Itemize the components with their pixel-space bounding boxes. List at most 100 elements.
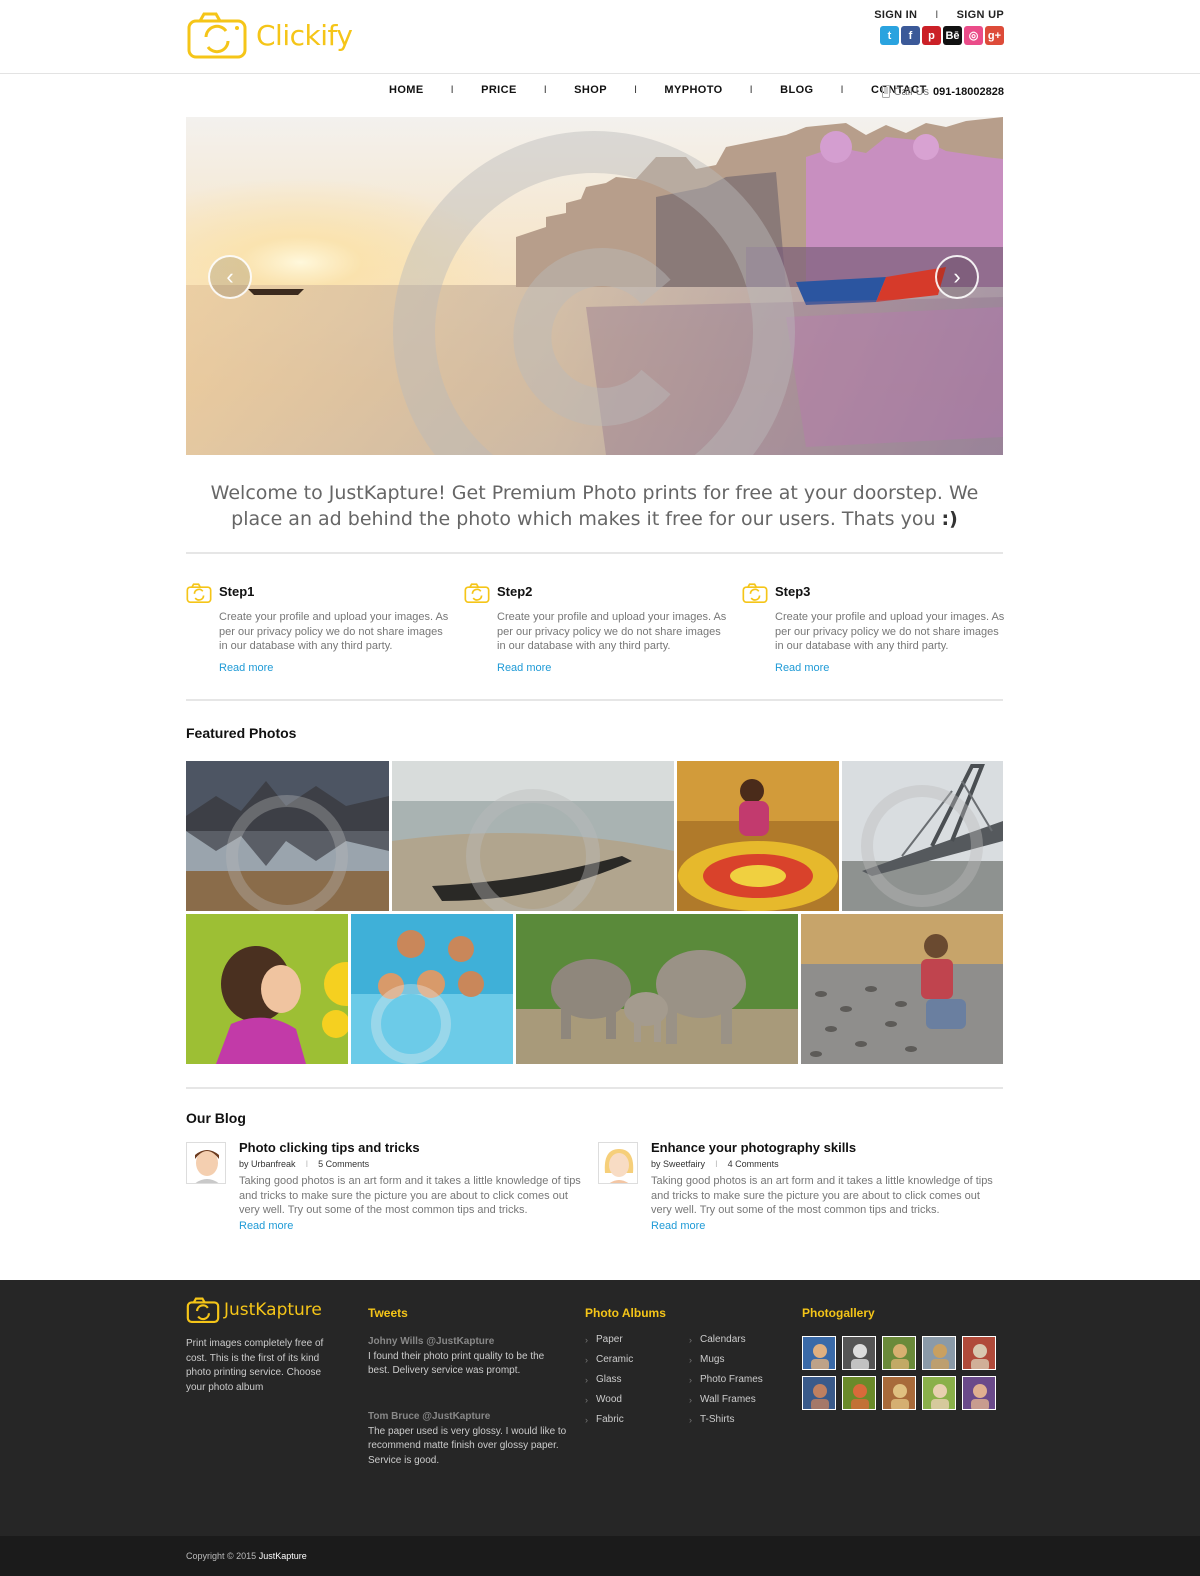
album-link-glass[interactable]: › Glass: [585, 1374, 622, 1385]
album-link-paper[interactable]: › Paper: [585, 1334, 623, 1345]
gallery-thumbnail[interactable]: [842, 1336, 876, 1370]
nav-item-shop[interactable]: SHOP: [574, 84, 607, 96]
featured-photos-title: Featured Photos: [186, 725, 297, 741]
featured-photo-rangoli[interactable]: [677, 761, 839, 911]
site-header: Clickify SIGN IN I SIGN UP t f p Bē ◎ g+: [0, 0, 1200, 74]
album-link-fabric[interactable]: › Fabric: [585, 1414, 624, 1425]
gallery-thumbnail[interactable]: [962, 1336, 996, 1370]
featured-photo-kids-pool[interactable]: [351, 914, 513, 1064]
gallery-thumbnail[interactable]: [922, 1336, 956, 1370]
chevron-right-icon: ›: [689, 1374, 692, 1385]
gallery-thumbnail[interactable]: [802, 1336, 836, 1370]
nav-item-myphoto[interactable]: MYPHOTO: [664, 84, 722, 96]
copyright-bar: [0, 1536, 1200, 1576]
album-link-calendars[interactable]: › Calendars: [689, 1334, 746, 1345]
photo-albums-title: Photo Albums: [585, 1306, 666, 1320]
chevron-left-icon: ‹: [226, 264, 234, 289]
album-label: Wood: [596, 1394, 622, 1405]
brand-name: Clickify: [256, 18, 353, 52]
album-link-ceramic[interactable]: › Ceramic: [585, 1354, 633, 1365]
avatar: [598, 1142, 638, 1184]
featured-photo-girl-flowers[interactable]: [186, 914, 348, 1064]
author-name[interactable]: Sweetfairy: [663, 1159, 705, 1169]
featured-photo-elephants[interactable]: [516, 914, 798, 1064]
step-title: Step3: [775, 584, 811, 599]
featured-photo-bridge[interactable]: [842, 761, 1003, 911]
album-label: Mugs: [700, 1354, 725, 1365]
album-link-wall-frames[interactable]: › Wall Frames: [689, 1394, 756, 1405]
album-label: Fabric: [596, 1414, 624, 1425]
featured-photo-pigeons[interactable]: [801, 914, 1003, 1064]
dribbble-icon[interactable]: ◎: [964, 26, 983, 45]
gallery-thumbnail[interactable]: [882, 1336, 916, 1370]
tweet-author[interactable]: Tom Bruce @JustKapture: [368, 1410, 568, 1425]
auth-links: SIGN IN I SIGN UP: [874, 9, 1004, 21]
blog-post-meta: by Sweetfairy I 4 Comments: [651, 1159, 779, 1169]
blog-post-comments[interactable]: 4 Comments: [728, 1159, 779, 1169]
copyright-text: Copyright © 2015: [186, 1551, 257, 1561]
tweet-text: I found their photo print quality to be …: [368, 1350, 545, 1377]
behance-icon[interactable]: Bē: [943, 26, 962, 45]
nav-item-home[interactable]: HOME: [389, 84, 424, 96]
brand-logo[interactable]: Clickify: [186, 11, 353, 59]
step-body: Create your profile and upload your imag…: [219, 611, 449, 652]
copyright-brand[interactable]: JustKapture: [259, 1551, 307, 1561]
welcome-emoticon: :): [941, 508, 958, 530]
nav-separator: I: [749, 84, 754, 96]
chevron-right-icon: ›: [585, 1414, 588, 1425]
gallery-thumbnail[interactable]: [842, 1376, 876, 1410]
camera-icon: [742, 583, 768, 608]
nav-item-price[interactable]: PRICE: [481, 84, 517, 96]
step-title: Step2: [497, 584, 533, 599]
sign-in-link[interactable]: SIGN IN: [874, 9, 917, 21]
footer-brand-name: JustKapture: [224, 1300, 322, 1320]
hero-slider[interactable]: ‹ ›: [186, 117, 1003, 455]
gallery-thumbnail[interactable]: [882, 1376, 916, 1410]
author-name[interactable]: Urbanfreak: [251, 1159, 296, 1169]
call-us-number[interactable]: 091-18002828: [933, 86, 1004, 98]
tweet-item: Johny Wills @JustKapture I found their p…: [368, 1335, 568, 1379]
slider-prev-button[interactable]: ‹: [208, 255, 252, 299]
camera-logo-icon: [186, 1297, 220, 1323]
blog-post-body: Taking good photos is an art form and it…: [651, 1175, 993, 1216]
album-label: Ceramic: [596, 1354, 634, 1365]
slider-next-button[interactable]: ›: [935, 255, 979, 299]
step-read-more-link[interactable]: Read more: [775, 662, 829, 674]
facebook-icon[interactable]: f: [901, 26, 920, 45]
album-link-t-shirts[interactable]: › T-Shirts: [689, 1414, 734, 1425]
chevron-right-icon: ›: [585, 1334, 588, 1345]
step-read-more-link[interactable]: Read more: [497, 662, 551, 674]
blog-read-more-link[interactable]: Read more: [239, 1220, 293, 1232]
album-label: Glass: [596, 1374, 622, 1385]
blog-post-meta: by Urbanfreak I 5 Comments: [239, 1159, 369, 1169]
blog-read-more-link[interactable]: Read more: [651, 1220, 705, 1232]
avatar: [186, 1142, 226, 1184]
blog-post-comments[interactable]: 5 Comments: [318, 1159, 369, 1169]
gallery-thumbnail[interactable]: [802, 1376, 836, 1410]
album-label: Wall Frames: [700, 1394, 756, 1405]
gallery-thumbnail[interactable]: [922, 1376, 956, 1410]
by-label: by: [239, 1159, 249, 1169]
album-label: Paper: [596, 1334, 623, 1345]
step-read-more-link[interactable]: Read more: [219, 662, 273, 674]
googleplus-icon[interactable]: g+: [985, 26, 1004, 45]
chevron-right-icon: ›: [689, 1334, 692, 1345]
album-link-mugs[interactable]: › Mugs: [689, 1354, 724, 1365]
tweet-author[interactable]: Johny Wills @JustKapture: [368, 1335, 568, 1350]
divider: [186, 552, 1003, 554]
blog-post-title[interactable]: Photo clicking tips and tricks: [239, 1140, 420, 1155]
chevron-right-icon: ›: [689, 1414, 692, 1425]
album-link-wood[interactable]: › Wood: [585, 1394, 622, 1405]
gallery-thumbnail[interactable]: [962, 1376, 996, 1410]
sign-up-link[interactable]: SIGN UP: [957, 9, 1004, 21]
pinterest-icon[interactable]: p: [922, 26, 941, 45]
album-link-photo-frames[interactable]: › Photo Frames: [689, 1374, 763, 1385]
footer-logo[interactable]: JustKapture: [186, 1297, 322, 1323]
by-label: by: [651, 1159, 661, 1169]
nav-item-blog[interactable]: BLOG: [780, 84, 813, 96]
featured-photo-mountains[interactable]: [186, 761, 389, 911]
album-label: T-Shirts: [700, 1414, 735, 1425]
blog-post-title[interactable]: Enhance your photography skills: [651, 1140, 856, 1155]
featured-photo-beach-boat[interactable]: [392, 761, 674, 911]
twitter-icon[interactable]: t: [880, 26, 899, 45]
